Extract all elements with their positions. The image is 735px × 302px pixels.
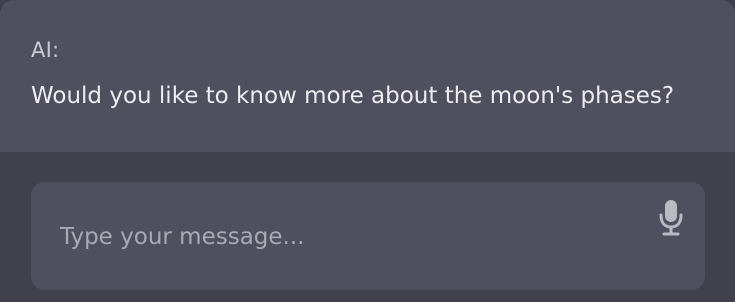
message-composer[interactable]: [31, 182, 705, 290]
message-text: Would you like to know more about the mo…: [31, 83, 675, 109]
message-sender: AI:: [31, 38, 60, 62]
chat-window: AI: Would you like to know more about th…: [0, 0, 735, 302]
ai-message: AI: Would you like to know more about th…: [0, 0, 735, 152]
composer-area: [0, 152, 735, 302]
message-input[interactable]: [60, 217, 640, 257]
microphone-icon[interactable]: [655, 196, 687, 238]
